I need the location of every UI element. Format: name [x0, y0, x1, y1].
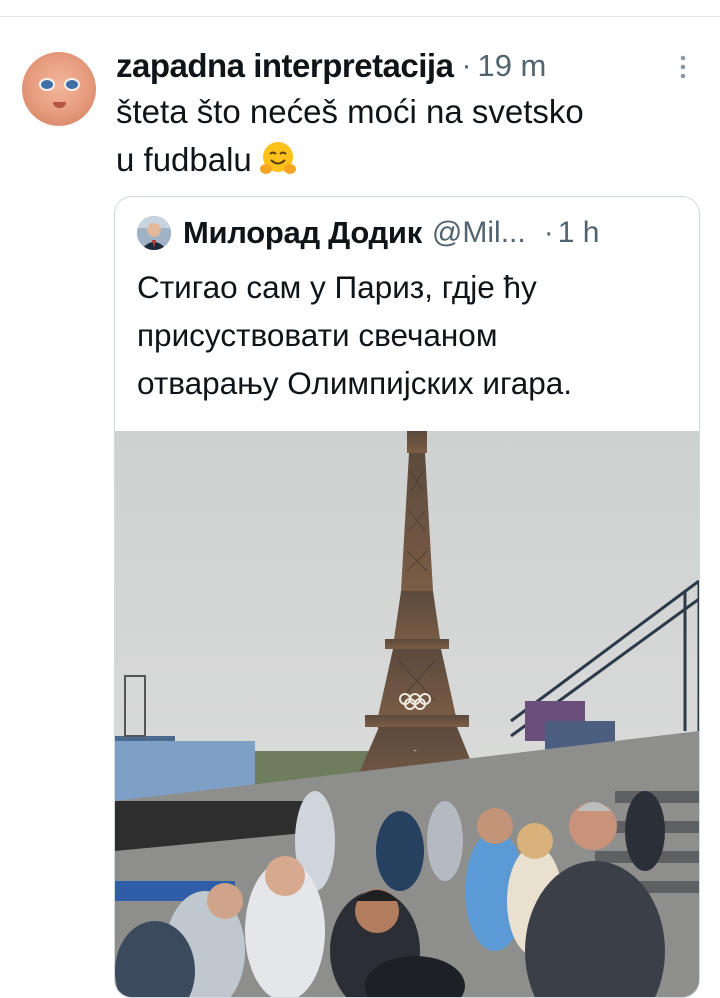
header-separator: ·: [461, 49, 472, 82]
tweet-timestamp[interactable]: 19 m: [477, 48, 546, 84]
tweet-text-line: šteta što nećeš moći na svetsko: [116, 93, 584, 130]
quoted-text-line: присуствовати свечаном: [137, 317, 498, 353]
avatar-eye-left: [39, 78, 55, 91]
hugging-face-emoji: [259, 142, 296, 174]
author-avatar[interactable]: [22, 52, 96, 126]
author-name[interactable]: zapadna interpretacija: [116, 47, 454, 85]
quoted-text-line: Стигао сам у Париз, гдје ћу: [137, 269, 537, 305]
quoted-text-line: отварању Олимпијских игара.: [137, 365, 573, 401]
quoted-author-handle[interactable]: @Mil...: [432, 216, 526, 250]
quoted-author-avatar[interactable]: [137, 216, 171, 250]
avatar-eye-right: [64, 78, 80, 91]
quoted-tweet-timestamp: 1 h: [557, 216, 600, 249]
quoted-tweet-card[interactable]: Милорад Додик @Mil... · 1 h Стигао сам у…: [114, 196, 700, 998]
quoted-author-name[interactable]: Милорад Додик: [183, 215, 422, 251]
top-divider: [0, 16, 720, 17]
eiffel-tower-stadium-image: [115, 431, 699, 997]
avatar-mouth: [53, 102, 66, 108]
quoted-tweet-photo[interactable]: [115, 431, 699, 997]
quoted-header-separator: ·: [543, 216, 554, 249]
more-vertical-icon[interactable]: [674, 52, 692, 82]
tweet-text: šteta što nećeš moći na svetsko u fudbal…: [116, 88, 696, 184]
tweet-header: zapadna interpretacija · 19 m: [116, 44, 546, 88]
tweet-text-line-2: u fudbalu: [116, 141, 252, 178]
quoted-tweet-text: Стигао сам у Париз, гдје ћу присуствоват…: [137, 263, 687, 407]
quoted-tweet-header: Милорад Додик @Mil... · 1 h: [137, 213, 599, 253]
tweet-text-line: u fudbalu: [116, 136, 696, 184]
